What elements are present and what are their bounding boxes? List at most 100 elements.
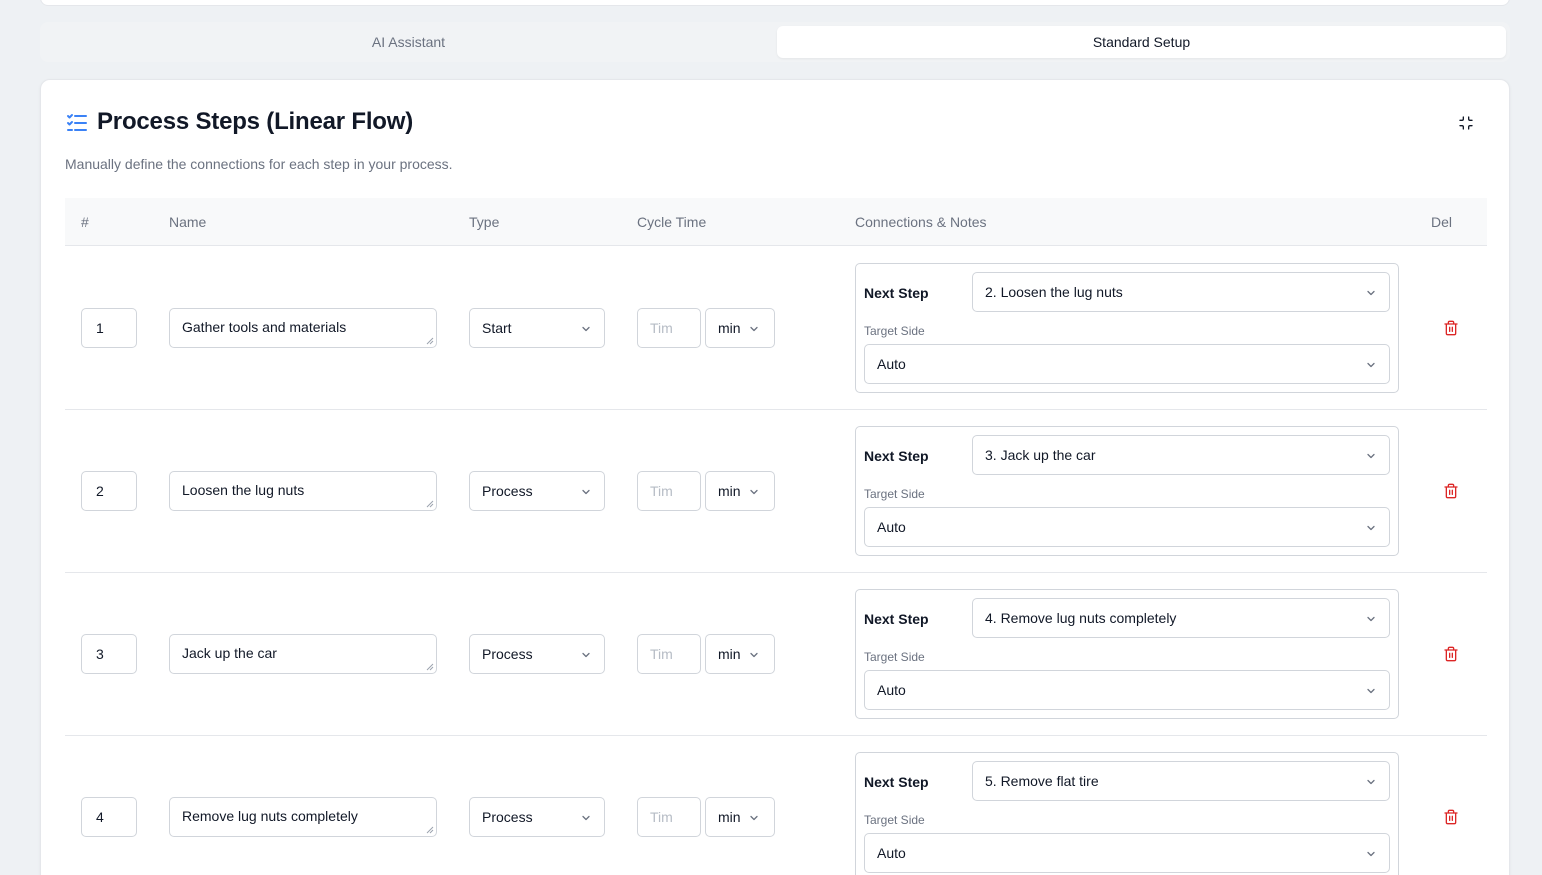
- header-name: Name: [169, 214, 207, 230]
- target-side-select[interactable]: Auto: [864, 670, 1390, 710]
- target-side-value: Auto: [877, 845, 906, 861]
- connections-panel: Next Step 2. Loosen the lug nuts Target …: [855, 263, 1399, 393]
- trash-icon[interactable]: [1443, 482, 1459, 500]
- chevron-down-icon: [1367, 525, 1375, 531]
- table-row: 3 Jack up the car Process Tim min Next S…: [65, 573, 1487, 736]
- next-step-select[interactable]: 3. Jack up the car: [972, 435, 1390, 475]
- target-side-label: Target Side: [864, 813, 925, 827]
- cycle-time-input[interactable]: Tim: [637, 308, 701, 348]
- chevron-down-icon: [750, 489, 758, 495]
- chevron-down-icon: [582, 815, 590, 821]
- step-type-value: Process: [482, 809, 533, 825]
- table-row: 1 Gather tools and materials Start Tim m…: [65, 247, 1487, 410]
- target-side-label: Target Side: [864, 650, 925, 664]
- tab-standard-setup[interactable]: Standard Setup: [777, 26, 1506, 58]
- header-connections: Connections & Notes: [855, 214, 987, 230]
- target-side-label: Target Side: [864, 324, 925, 338]
- chevron-down-icon: [1367, 453, 1375, 459]
- target-side-select[interactable]: Auto: [864, 344, 1390, 384]
- time-unit-select[interactable]: min: [705, 471, 775, 511]
- card-header: Process Steps (Linear Flow): [65, 108, 413, 136]
- step-name-input[interactable]: Jack up the car: [169, 634, 437, 674]
- time-unit-select[interactable]: min: [705, 634, 775, 674]
- next-step-value: 3. Jack up the car: [985, 447, 1096, 463]
- next-step-select[interactable]: 5. Remove flat tire: [972, 761, 1390, 801]
- connections-panel: Next Step 4. Remove lug nuts completely …: [855, 589, 1399, 719]
- trash-icon[interactable]: [1443, 319, 1459, 337]
- tab-ai-assistant[interactable]: AI Assistant: [44, 26, 773, 58]
- next-step-select[interactable]: 4. Remove lug nuts completely: [972, 598, 1390, 638]
- chevron-down-icon: [1367, 290, 1375, 296]
- header-type: Type: [469, 214, 500, 230]
- chevron-down-icon: [1367, 688, 1375, 694]
- cycle-time-input[interactable]: Tim: [637, 634, 701, 674]
- target-side-value: Auto: [877, 519, 906, 535]
- trash-icon[interactable]: [1443, 808, 1459, 826]
- chevron-down-icon: [582, 326, 590, 332]
- time-unit-select[interactable]: min: [705, 797, 775, 837]
- next-step-label: Next Step: [864, 448, 929, 464]
- next-step-select[interactable]: 2. Loosen the lug nuts: [972, 272, 1390, 312]
- step-number-input[interactable]: 4: [81, 797, 137, 837]
- list-checks-icon: [65, 110, 89, 134]
- target-side-label: Target Side: [864, 487, 925, 501]
- target-side-select[interactable]: Auto: [864, 833, 1390, 873]
- chevron-down-icon: [1367, 779, 1375, 785]
- connections-panel: Next Step 3. Jack up the car Target Side…: [855, 426, 1399, 556]
- chevron-down-icon: [582, 652, 590, 658]
- table-row: 2 Loosen the lug nuts Process Tim min Ne…: [65, 410, 1487, 573]
- header-num: #: [81, 214, 89, 230]
- target-side-select[interactable]: Auto: [864, 507, 1390, 547]
- next-step-label: Next Step: [864, 611, 929, 627]
- chevron-down-icon: [1367, 851, 1375, 857]
- card-description: Manually define the connections for each…: [65, 156, 453, 172]
- next-step-value: 5. Remove flat tire: [985, 773, 1099, 789]
- next-step-label: Next Step: [864, 774, 929, 790]
- target-side-value: Auto: [877, 356, 906, 372]
- resize-grip-icon[interactable]: [426, 500, 434, 508]
- step-name-text: Gather tools and materials: [182, 319, 347, 335]
- chevron-down-icon: [1367, 616, 1375, 622]
- time-unit-value: min: [718, 646, 741, 662]
- step-name-input[interactable]: Loosen the lug nuts: [169, 471, 437, 511]
- step-type-select[interactable]: Start: [469, 308, 605, 348]
- step-name-input[interactable]: Gather tools and materials: [169, 308, 437, 348]
- trash-icon[interactable]: [1443, 645, 1459, 663]
- cycle-time-input[interactable]: Tim: [637, 471, 701, 511]
- table-row: 4 Remove lug nuts completely Process Tim…: [65, 736, 1487, 875]
- step-number-input[interactable]: 2: [81, 471, 137, 511]
- time-unit-select[interactable]: min: [705, 308, 775, 348]
- collapse-button[interactable]: [1457, 114, 1475, 132]
- page-title: Process Steps (Linear Flow): [97, 108, 414, 135]
- header-cycle-time: Cycle Time: [637, 214, 707, 230]
- minimize-icon: [1459, 116, 1473, 130]
- step-number-input[interactable]: 3: [81, 634, 137, 674]
- step-type-select[interactable]: Process: [469, 471, 605, 511]
- resize-grip-icon[interactable]: [426, 826, 434, 834]
- chevron-down-icon: [750, 326, 758, 332]
- step-type-select[interactable]: Process: [469, 797, 605, 837]
- step-name-input[interactable]: Remove lug nuts completely: [169, 797, 437, 837]
- next-step-value: 4. Remove lug nuts completely: [985, 610, 1177, 626]
- resize-grip-icon[interactable]: [426, 337, 434, 345]
- time-unit-value: min: [718, 483, 741, 499]
- resize-grip-icon[interactable]: [426, 663, 434, 671]
- step-type-value: Process: [482, 483, 533, 499]
- step-name-text: Remove lug nuts completely: [182, 808, 358, 824]
- step-number-input[interactable]: 1: [81, 308, 137, 348]
- step-type-value: Process: [482, 646, 533, 662]
- chevron-down-icon: [750, 815, 758, 821]
- time-unit-value: min: [718, 809, 741, 825]
- time-unit-value: min: [718, 320, 741, 336]
- cycle-time-input[interactable]: Tim: [637, 797, 701, 837]
- next-step-label: Next Step: [864, 285, 929, 301]
- step-type-value: Start: [482, 320, 512, 336]
- mode-tabs: AI Assistant Standard Setup: [40, 22, 1510, 62]
- chevron-down-icon: [582, 489, 590, 495]
- step-name-text: Loosen the lug nuts: [182, 482, 305, 498]
- process-steps-card: Process Steps (Linear Flow) Manually def…: [40, 79, 1510, 875]
- step-type-select[interactable]: Process: [469, 634, 605, 674]
- connections-panel: Next Step 5. Remove flat tire Target Sid…: [855, 752, 1399, 875]
- header-del: Del: [1431, 214, 1453, 230]
- step-name-text: Jack up the car: [182, 645, 277, 661]
